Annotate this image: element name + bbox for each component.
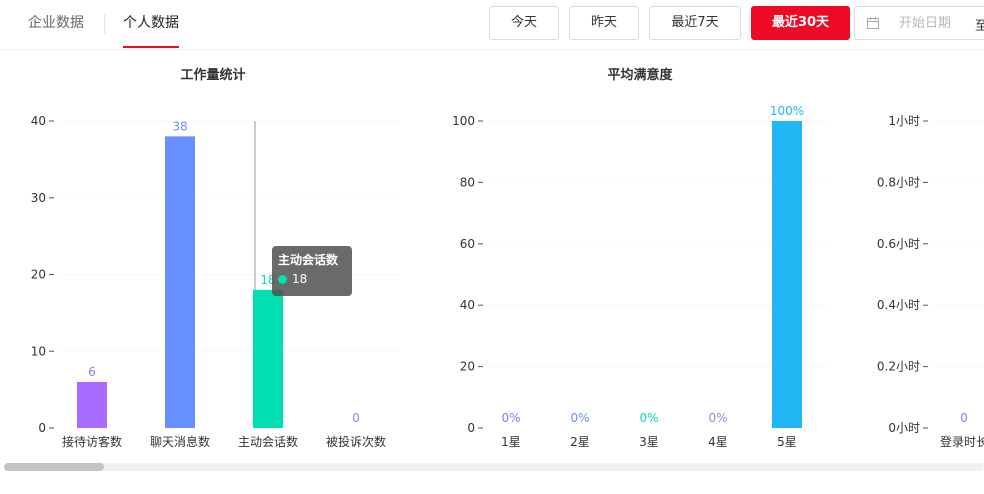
y-tick-label: 0.6小时 xyxy=(877,237,920,251)
y-tick-label: 0小时 xyxy=(888,421,920,435)
scrollbar-thumb[interactable] xyxy=(4,463,104,471)
bar xyxy=(165,136,195,428)
y-tick-label: 0.2小时 xyxy=(877,360,920,374)
x-category-label: 接待访客数 xyxy=(62,434,122,449)
x-category-label: 1星 xyxy=(501,435,521,449)
tooltip-value: 18 xyxy=(292,272,308,286)
charts-canvas: 0 10 20 30 40 6 接待访客数 38 聊天消息数 18 主动会话数 0 被投诉次数 0 20 40… xyxy=(31,104,984,449)
y-tick-label: 40 xyxy=(460,298,475,312)
x-category-label: 主动会话数 xyxy=(238,434,298,449)
y-tick-label: 30 xyxy=(31,191,46,205)
y-tick-label: 0.4小时 xyxy=(877,298,920,312)
bar-value-label: 0 xyxy=(352,411,360,425)
bar-value-label: 100% xyxy=(770,104,804,118)
bar-value-label: 0% xyxy=(570,411,589,425)
tooltip-series-dot xyxy=(278,275,287,284)
bar xyxy=(253,289,283,428)
y-tick-label: 20 xyxy=(31,268,46,282)
bar xyxy=(772,121,802,428)
x-category-label: 聊天消息数 xyxy=(150,434,210,449)
bar xyxy=(77,381,107,428)
y-tick-label: 80 xyxy=(460,175,475,189)
y-tick-label: 0 xyxy=(38,421,46,435)
bar-value-label: 0% xyxy=(501,411,520,425)
x-category-label: 登录时长 xyxy=(940,434,984,449)
x-category-label: 5星 xyxy=(777,435,797,449)
bar-value-label: 38 xyxy=(172,119,187,133)
y-tick-label: 20 xyxy=(460,360,475,374)
bar-value-label: 6 xyxy=(88,365,96,379)
x-category-label: 2星 xyxy=(570,435,590,449)
bar-value-label: 0 xyxy=(960,411,968,425)
tooltip-title: 主动会话数 xyxy=(278,253,339,267)
x-category-label: 被投诉次数 xyxy=(326,434,386,449)
tooltip-row: 18 xyxy=(278,269,346,289)
bar-value-label: 0% xyxy=(708,411,727,425)
y-tick-label: 10 xyxy=(31,344,46,358)
y-tick-label: 100 xyxy=(452,114,475,128)
x-category-label: 3星 xyxy=(639,435,659,449)
horizontal-scrollbar[interactable] xyxy=(4,463,984,471)
x-category-label: 4星 xyxy=(708,435,728,449)
y-tick-label: 0 xyxy=(467,421,475,435)
bar-value-label: 0% xyxy=(639,411,658,425)
y-tick-label: 40 xyxy=(31,114,46,128)
y-tick-label: 60 xyxy=(460,237,475,251)
chart-tooltip: 主动会话数 18 xyxy=(272,246,352,296)
y-tick-label: 1小时 xyxy=(888,114,920,128)
y-tick-label: 0.8小时 xyxy=(877,175,920,189)
